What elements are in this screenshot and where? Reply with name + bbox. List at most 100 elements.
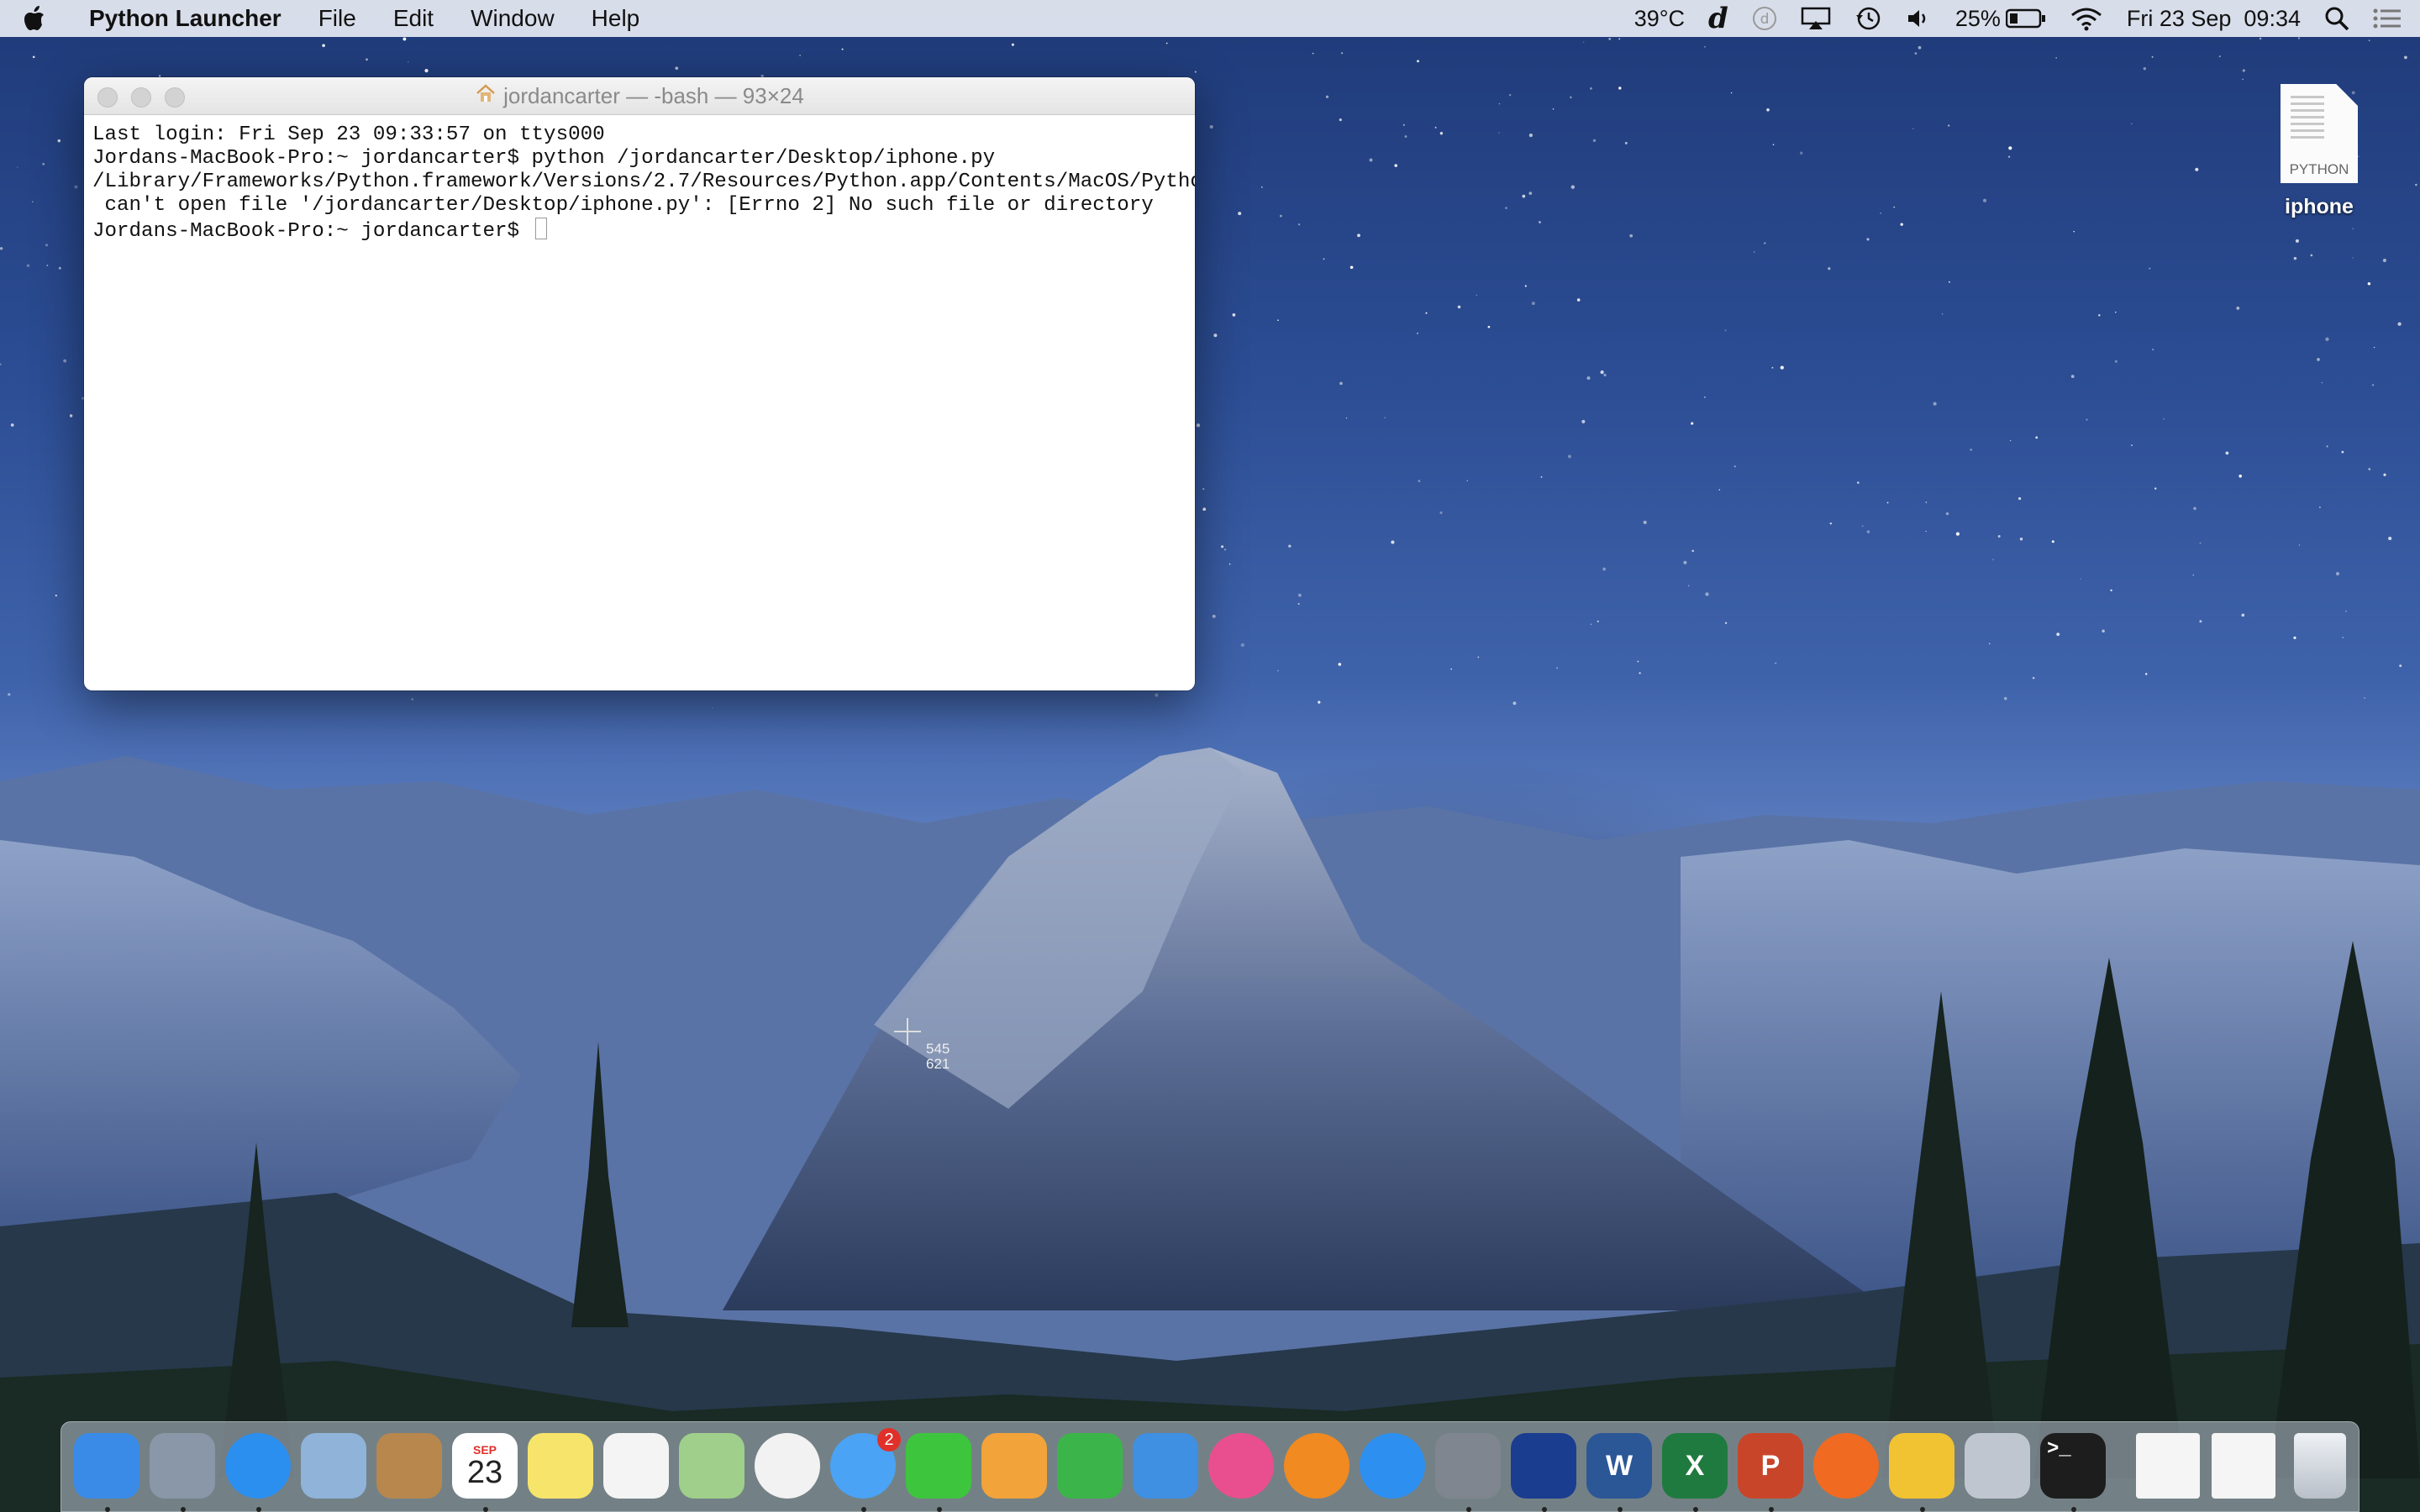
dock-app-excel[interactable]: X <box>1662 1433 1729 1512</box>
origami-icon[interactable] <box>1813 1433 1879 1499</box>
dock-app-facetime[interactable] <box>906 1433 973 1512</box>
temperature-status[interactable]: 39°C <box>1623 0 1697 37</box>
menu-window[interactable]: Window <box>452 0 573 37</box>
pages-icon[interactable] <box>981 1433 1047 1499</box>
battery-percent[interactable]: 25% <box>1944 0 2006 37</box>
terminal-output[interactable]: Last login: Fri Sep 23 09:33:57 on ttys0… <box>84 115 1195 252</box>
notification-center-icon[interactable] <box>2361 0 2420 37</box>
terminal-prompt-line[interactable]: Jordans-MacBook-Pro:~ jordancarter$ <box>92 218 1186 244</box>
running-indicator <box>1542 1507 1547 1512</box>
menu-bar: Python Launcher File Edit Window Help 39… <box>0 0 2420 37</box>
music-icon[interactable] <box>1208 1433 1274 1499</box>
keynote-icon[interactable] <box>1133 1433 1198 1499</box>
dock-app-pages[interactable] <box>981 1433 1049 1500</box>
documents-stack-icon[interactable] <box>2212 1433 2275 1499</box>
dock-app-terminal[interactable]: >_ <box>2040 1433 2107 1512</box>
desktop-file-iphone[interactable]: PYTHON iphone <box>2269 84 2370 219</box>
dock-app-ibooks[interactable] <box>1284 1433 1351 1500</box>
close-button[interactable] <box>97 87 118 108</box>
apple-menu-icon[interactable] <box>24 0 71 37</box>
clock[interactable]: Fri 23 Sep 09:34 <box>2115 0 2312 37</box>
running-indicator <box>1693 1507 1698 1512</box>
downloads-stack-icon[interactable] <box>2136 1433 2200 1499</box>
dock-app-itunes[interactable] <box>1208 1433 1276 1500</box>
dock-app-app-store[interactable] <box>1360 1433 1427 1500</box>
terminal-window[interactable]: jordancarter — -bash — 93×24 Last login:… <box>84 77 1195 690</box>
battery-icon[interactable] <box>2005 0 2058 37</box>
powerpoint-icon[interactable]: P <box>1738 1433 1803 1499</box>
photos-icon[interactable] <box>755 1433 820 1499</box>
dock-app-numbers[interactable] <box>1057 1433 1124 1500</box>
dock-app-photos[interactable] <box>755 1433 822 1500</box>
numbers-icon[interactable] <box>1057 1433 1123 1499</box>
dock-app-finder[interactable] <box>74 1433 141 1512</box>
dock-app-affinity-designer[interactable] <box>1511 1433 1578 1512</box>
dock-app-word[interactable]: W <box>1586 1433 1654 1512</box>
python-icon[interactable] <box>1889 1433 1954 1499</box>
d-circle-icon[interactable]: d <box>1740 0 1789 37</box>
dock-downloads-stack[interactable] <box>2136 1433 2203 1500</box>
terminal-icon[interactable]: >_ <box>2040 1433 2106 1499</box>
running-indicator <box>937 1507 942 1512</box>
dock-app-reminders[interactable] <box>603 1433 671 1500</box>
trash-icon[interactable] <box>2294 1433 2346 1499</box>
dictionary-icon[interactable]: d <box>1697 0 1740 37</box>
time-machine-icon[interactable] <box>1843 0 1895 37</box>
airplay-icon[interactable] <box>1789 0 1843 37</box>
terminal-title: jordancarter — -bash — 93×24 <box>503 82 804 108</box>
reminders-icon[interactable] <box>603 1433 669 1499</box>
triangle-icon[interactable] <box>1511 1433 1576 1499</box>
home-folder-icon <box>475 83 497 109</box>
minimize-button[interactable] <box>131 87 151 108</box>
dock-app-safari[interactable] <box>225 1433 292 1512</box>
app-menu[interactable]: Python Launcher <box>71 0 300 37</box>
appstore-icon[interactable] <box>1360 1433 1425 1499</box>
pencil-icon[interactable] <box>1965 1433 2030 1499</box>
dock-app-keynote[interactable] <box>1133 1433 1200 1500</box>
word-icon[interactable]: W <box>1586 1433 1652 1499</box>
dock-app-mail[interactable] <box>301 1433 368 1500</box>
running-indicator <box>105 1507 110 1512</box>
menu-file[interactable]: File <box>300 0 375 37</box>
facetime-icon[interactable] <box>906 1433 971 1499</box>
dock-documents-stack[interactable] <box>2212 1433 2279 1500</box>
book-icon[interactable] <box>1284 1433 1349 1499</box>
running-indicator <box>1920 1507 1925 1512</box>
dock-app-origami[interactable] <box>1813 1433 1881 1500</box>
cursor-x-readout: 545 <box>926 1041 950 1057</box>
notification-badge: 2 <box>877 1428 901 1452</box>
dock: SEP 23 2 W X P >_ <box>60 1421 2360 1512</box>
wifi-icon[interactable] <box>2058 0 2115 37</box>
spotlight-search-icon[interactable] <box>2312 0 2361 37</box>
dock-app-pencil-app[interactable] <box>1965 1433 2032 1500</box>
python-file-icon[interactable]: PYTHON <box>2281 84 2358 183</box>
notes-icon[interactable] <box>528 1433 593 1499</box>
dock-app-contacts[interactable] <box>376 1433 444 1500</box>
dock-app-maps[interactable] <box>679 1433 746 1500</box>
dock-app-launchpad[interactable] <box>150 1433 217 1512</box>
excel-icon[interactable]: X <box>1662 1433 1728 1499</box>
eagle-icon[interactable] <box>301 1433 366 1499</box>
dock-app-calendar[interactable]: SEP 23 <box>452 1433 519 1512</box>
terminal-titlebar[interactable]: jordancarter — -bash — 93×24 <box>84 77 1195 115</box>
running-indicator <box>181 1507 186 1512</box>
dock-app-notes[interactable] <box>528 1433 595 1500</box>
dock-app-messages[interactable]: 2 <box>830 1428 901 1512</box>
menu-help[interactable]: Help <box>573 0 659 37</box>
maps-icon[interactable] <box>679 1433 744 1499</box>
file-type-label: PYTHON <box>2289 161 2349 177</box>
dock-trash[interactable] <box>2287 1433 2354 1500</box>
gear-icon[interactable] <box>1435 1433 1501 1499</box>
dock-app-system-preferences[interactable] <box>1435 1433 1502 1512</box>
calendar-icon[interactable]: SEP 23 <box>452 1433 518 1499</box>
compass-icon[interactable] <box>225 1433 291 1499</box>
rocket-icon[interactable] <box>150 1433 215 1499</box>
menu-edit[interactable]: Edit <box>375 0 452 37</box>
finder-icon[interactable] <box>74 1433 139 1499</box>
contacts-icon[interactable] <box>376 1433 442 1499</box>
volume-icon[interactable] <box>1895 0 1944 37</box>
desktop-file-name[interactable]: iphone <box>2269 195 2370 219</box>
zoom-button[interactable] <box>165 87 185 108</box>
dock-app-powerpoint[interactable]: P <box>1738 1433 1805 1512</box>
dock-app-python-launcher[interactable] <box>1889 1433 1956 1512</box>
